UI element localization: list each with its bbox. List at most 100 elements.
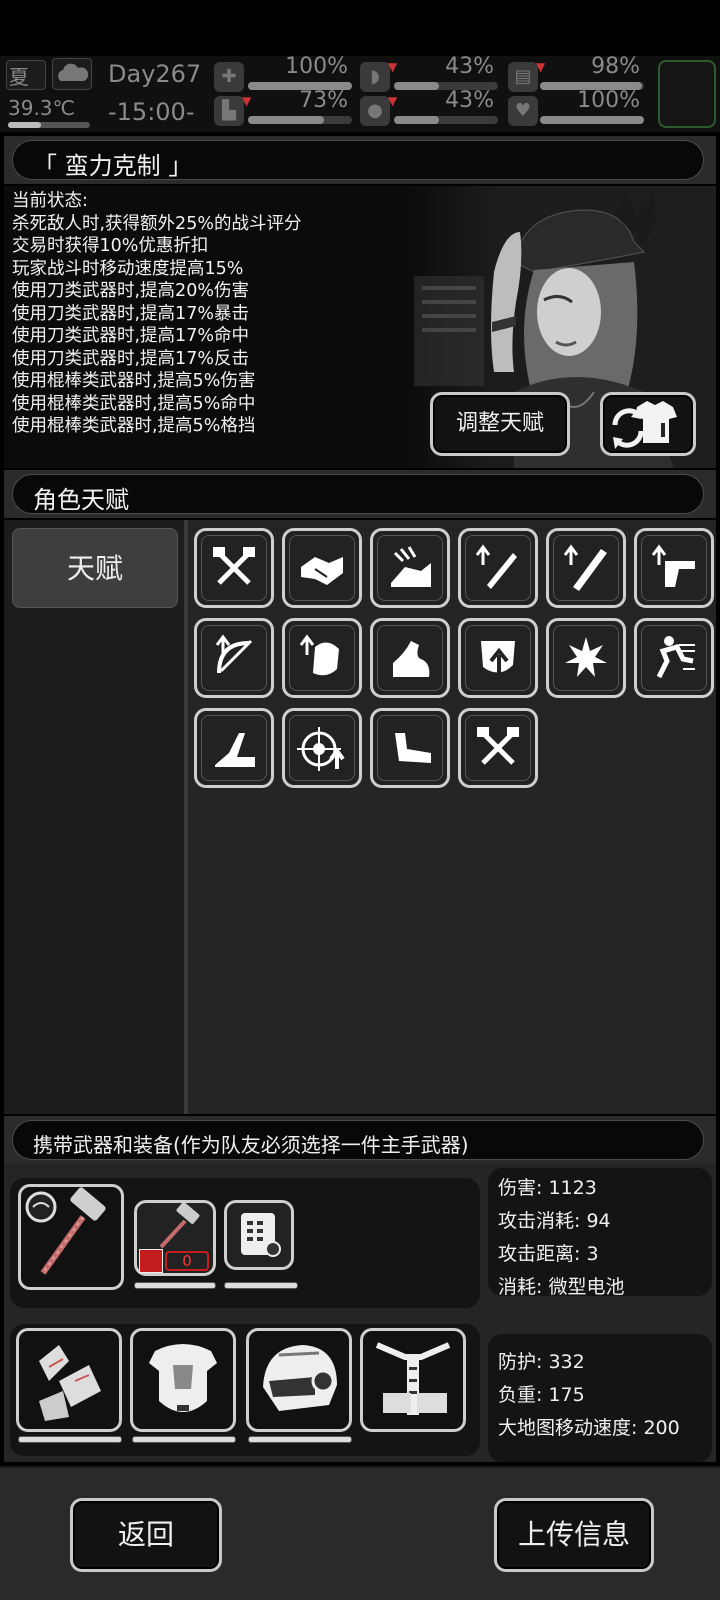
dodge-icon bbox=[215, 733, 255, 767]
shield-up-icon bbox=[481, 641, 515, 673]
running-man-icon bbox=[656, 636, 695, 679]
talent-slot[interactable] bbox=[282, 708, 362, 788]
stomach-icon: ◗ bbox=[360, 62, 390, 92]
helmet-slot[interactable] bbox=[246, 1328, 352, 1432]
talent-slot[interactable] bbox=[458, 708, 538, 788]
effect-line: 玩家战斗时移动速度提高15% bbox=[12, 258, 244, 279]
secondary-durability-bar bbox=[134, 1282, 216, 1289]
kick-icon bbox=[395, 733, 431, 763]
stamina-bar bbox=[248, 116, 352, 124]
talent-slot[interactable] bbox=[282, 528, 362, 608]
talent-slot[interactable] bbox=[370, 528, 450, 608]
battery-slot[interactable] bbox=[224, 1200, 294, 1270]
effect-line: 使用棍棒类武器时,提高5%格挡 bbox=[12, 416, 256, 436]
explosion-icon bbox=[565, 637, 607, 677]
talent-title: 「 蛮力克制 」 bbox=[33, 152, 193, 180]
battery-icon: ▤ bbox=[508, 62, 538, 92]
role-talent-header: 角色天赋 bbox=[12, 474, 704, 514]
gloves-icon bbox=[39, 1345, 101, 1421]
role-talent-title: 角色天赋 bbox=[33, 486, 129, 514]
status-label: 当前状态: bbox=[12, 191, 88, 211]
flexed-arm-icon bbox=[393, 641, 430, 677]
talent-slot[interactable] bbox=[458, 618, 538, 698]
talent-slot[interactable] bbox=[282, 618, 362, 698]
mood-value: 100% bbox=[577, 88, 640, 113]
talent-slot[interactable] bbox=[194, 618, 274, 698]
armor-slot[interactable] bbox=[130, 1328, 236, 1432]
talent-slot[interactable] bbox=[634, 528, 714, 608]
day-counter: Day267 bbox=[108, 60, 202, 88]
ammo-icon bbox=[139, 1249, 163, 1273]
pistol-up-icon bbox=[651, 544, 695, 587]
talent-slot[interactable] bbox=[546, 618, 626, 698]
talent-slot[interactable] bbox=[370, 618, 450, 698]
effect-line: 使用刀类武器时,提高17%命中 bbox=[12, 326, 249, 346]
fist-up-icon bbox=[299, 634, 339, 676]
medkit-icon: ✚ bbox=[214, 62, 244, 92]
attack-range-stat: 攻击距离: 3 bbox=[498, 1243, 599, 1265]
battery-durability-bar bbox=[224, 1282, 298, 1289]
talent-effects-list: 当前状态: 杀死敌人时,获得额外25%的战斗评分 交易时获得10%优惠折扣 玩家… bbox=[12, 190, 301, 438]
talent-slot[interactable] bbox=[194, 528, 274, 608]
target-up-icon bbox=[297, 727, 345, 771]
water-drop-icon: ● bbox=[360, 96, 390, 126]
effect-line: 使用刀类武器时,提高17%暴击 bbox=[12, 303, 249, 324]
weapon-row: 0 bbox=[10, 1178, 480, 1308]
handshake-icon bbox=[301, 557, 343, 585]
armor-durability-bar bbox=[132, 1436, 236, 1443]
upload-info-button[interactable]: 上传信息 bbox=[494, 1498, 654, 1572]
helmet-icon bbox=[263, 1345, 337, 1411]
talent-slot[interactable] bbox=[370, 708, 450, 788]
crossed-axes-icon bbox=[477, 727, 519, 765]
thirst-value: 43% bbox=[445, 88, 494, 113]
secondary-weapon-slot[interactable]: 0 bbox=[134, 1200, 216, 1276]
talent-slot[interactable] bbox=[546, 528, 626, 608]
equipment-panel: 0 伤害: 1123 攻击消耗: 94 攻击距离: 3 消耗: 微型电池 防护:… bbox=[4, 1164, 716, 1462]
temperature-bar bbox=[8, 122, 90, 128]
talent-slot[interactable] bbox=[194, 708, 274, 788]
backpack-slot[interactable] bbox=[360, 1328, 466, 1432]
talent-title-header: 「 蛮力克制 」 bbox=[12, 140, 704, 180]
talent-slot[interactable] bbox=[634, 618, 714, 698]
attack-cost-stat: 攻击消耗: 94 bbox=[498, 1210, 611, 1232]
effect-line: 使用刀类武器时,提高20%伤害 bbox=[12, 281, 249, 301]
map-speed-stat: 大地图移动速度: 200 bbox=[498, 1417, 680, 1439]
weapon-stats-box: 伤害: 1123 攻击消耗: 94 攻击距离: 3 消耗: 微型电池 bbox=[488, 1168, 712, 1298]
bottom-bar: 返回 上传信息 bbox=[0, 1466, 720, 1600]
talent-panel: 天赋 bbox=[4, 520, 716, 1114]
hunger-value: 43% bbox=[445, 54, 494, 79]
season-label: 夏 bbox=[9, 65, 29, 89]
protection-stat: 防护: 332 bbox=[498, 1351, 585, 1373]
sledgehammer-icon bbox=[25, 1187, 106, 1275]
armor-stats-box: 防护: 332 负重: 175 大地图移动速度: 200 bbox=[488, 1334, 712, 1462]
cloud-icon bbox=[52, 58, 92, 90]
talent-tab-column: 天赋 bbox=[4, 520, 188, 1114]
gloves-slot[interactable] bbox=[16, 1328, 122, 1432]
armor-row bbox=[10, 1324, 480, 1456]
consumption-stat: 消耗: 微型电池 bbox=[498, 1276, 625, 1298]
effect-line: 交易时获得10%优惠折扣 bbox=[12, 236, 209, 256]
effect-line: 杀死敌人时,获得额外25%的战斗评分 bbox=[12, 213, 302, 234]
temperature-text: 39.3℃ bbox=[8, 96, 75, 120]
sprint-icon bbox=[391, 546, 431, 587]
time-text: -15:00- bbox=[108, 98, 195, 126]
crossed-axes-icon bbox=[213, 547, 255, 585]
health-value: 100% bbox=[285, 54, 348, 79]
armor-vest-icon bbox=[149, 1344, 217, 1412]
mood-bar bbox=[540, 116, 644, 124]
talent-slot[interactable] bbox=[458, 528, 538, 608]
stamina-value: 73% bbox=[299, 88, 348, 113]
adjust-talent-button[interactable]: 调整天赋 bbox=[430, 392, 570, 456]
change-outfit-button[interactable] bbox=[600, 392, 696, 456]
bat-up-icon bbox=[563, 544, 607, 591]
back-button[interactable]: 返回 bbox=[70, 1498, 222, 1572]
thirst-bar bbox=[394, 116, 498, 124]
tab-talent[interactable]: 天赋 bbox=[12, 528, 178, 608]
status-hud: 夏 39.3℃ Day267 -15:00- ✚ 100% ◗ ▼ 43% ▤ … bbox=[0, 54, 720, 132]
ammo-count: 0 bbox=[165, 1251, 209, 1271]
season-indicator: 夏 bbox=[6, 60, 46, 90]
backpack-frame-icon bbox=[375, 1342, 451, 1415]
crossbow-up-icon bbox=[215, 634, 253, 674]
quick-slot[interactable] bbox=[658, 60, 716, 128]
main-weapon-slot[interactable] bbox=[18, 1184, 124, 1290]
